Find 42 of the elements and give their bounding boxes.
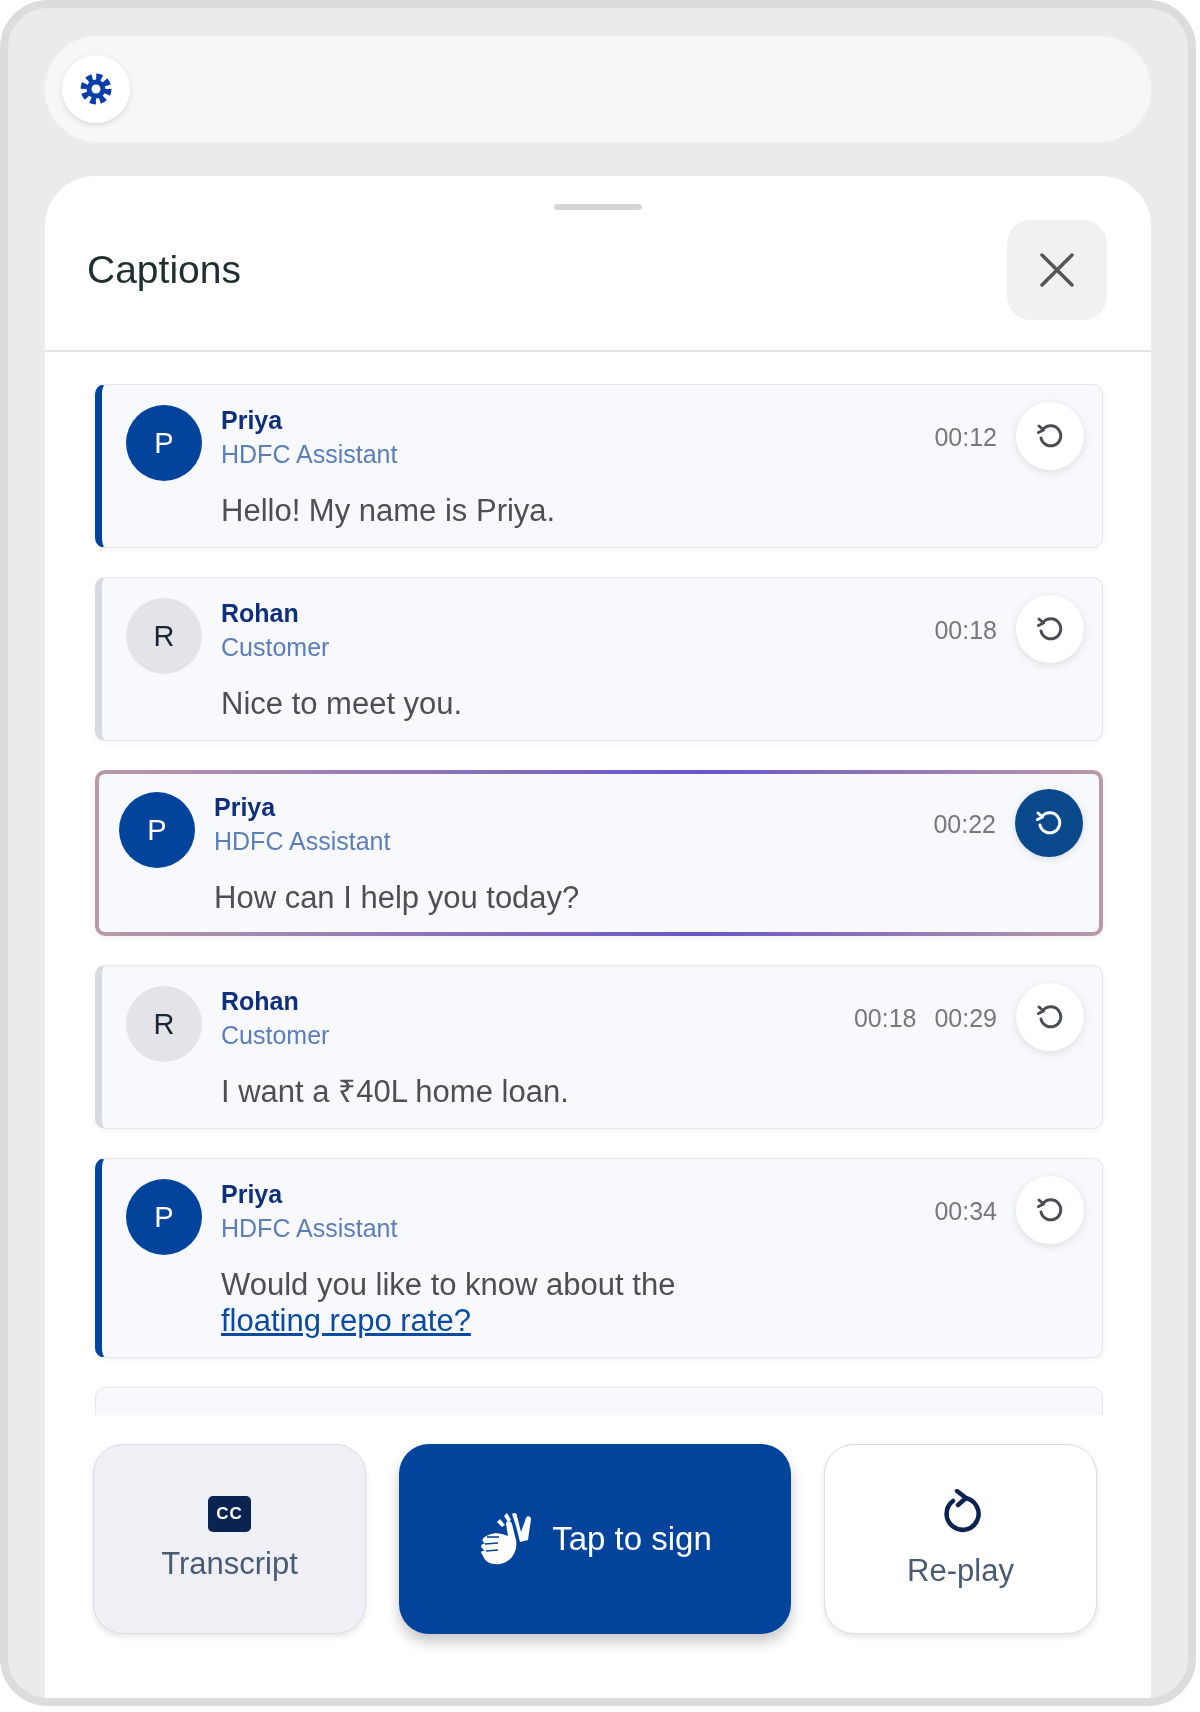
transcript-button[interactable]: CC Transcript <box>93 1444 366 1634</box>
avatar: R <box>126 598 202 674</box>
timestamp: 00:12 <box>934 423 997 452</box>
timestamp: 00:18 <box>934 616 997 645</box>
avatar: P <box>119 792 195 868</box>
timestamp: 00:34 <box>934 1197 997 1226</box>
caption-text: How can I help you today? <box>214 880 581 916</box>
speaker-role: HDFC Assistant <box>221 1213 399 1244</box>
speaker-name: Priya <box>214 792 277 823</box>
caption-text: Hello! My name is Priya. <box>221 493 557 529</box>
replay-button[interactable] <box>1016 595 1084 663</box>
caption-text: Nice to meet you. <box>221 686 464 722</box>
timestamp: 00:22 <box>933 810 996 839</box>
avatar: R <box>126 986 202 1062</box>
speaker-name: Rohan <box>221 986 300 1017</box>
replay-button[interactable] <box>1015 789 1083 857</box>
panel-title: Captions <box>87 248 241 292</box>
speaker-name: Priya <box>221 405 284 436</box>
link[interactable]: floating repo rate? <box>221 1303 471 1338</box>
caption-text: Would you like to know about the floating repo rate? <box>221 1267 677 1339</box>
sign-button[interactable]: Tap to sign <box>399 1444 791 1634</box>
speaker-role: HDFC Assistant <box>214 826 392 857</box>
speaker-name: Priya <box>221 1179 284 1210</box>
speaker-role: HDFC Assistant <box>221 439 399 470</box>
settings-button[interactable] <box>62 55 130 123</box>
speaker-name: Rohan <box>221 598 300 629</box>
caption-text: I want a ₹40L home loan. <box>221 1074 570 1110</box>
drag-handle[interactable] <box>554 204 642 210</box>
speaker-role: Customer <box>221 1020 331 1051</box>
captions-icon: CC <box>208 1496 251 1532</box>
avatar: P <box>126 405 202 481</box>
replay-button[interactable] <box>1016 402 1084 470</box>
timestamp: 00:29 <box>934 1004 997 1033</box>
speaker-role: Customer <box>221 632 331 663</box>
settings-icon <box>78 71 114 107</box>
avatar: P <box>126 1179 202 1255</box>
replay-button[interactable] <box>1016 983 1084 1051</box>
replay-button[interactable] <box>1016 1176 1084 1244</box>
close-button[interactable] <box>1007 220 1107 320</box>
replay-button[interactable]: Re-play <box>824 1444 1097 1634</box>
timestamp: 00:18 <box>853 1004 917 1033</box>
close-icon <box>1039 252 1075 288</box>
